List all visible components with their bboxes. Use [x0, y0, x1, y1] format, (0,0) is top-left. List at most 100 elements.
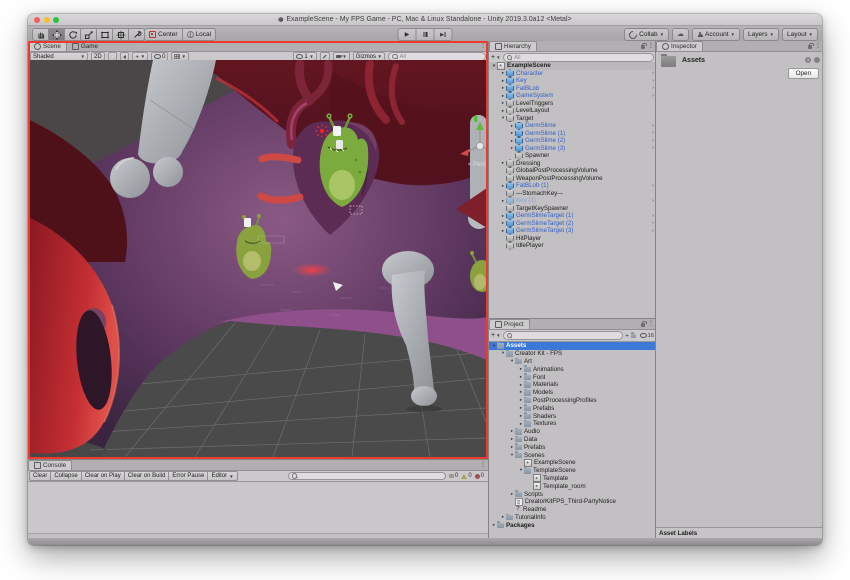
step-button[interactable]: ▶ [434, 28, 453, 41]
expand-arrow-icon[interactable]: ▸ [500, 70, 506, 76]
hierarchy-item[interactable]: ▸ GermSlime (3) › [489, 144, 656, 153]
tab-scene[interactable]: Scene [28, 41, 67, 51]
hierarchy-item[interactable]: IdlePlayer [489, 241, 656, 250]
error-count-toggle[interactable]: 0 [474, 473, 484, 479]
tab-inspector[interactable]: Inspector [656, 41, 703, 51]
expand-arrow-icon[interactable]: ▸ [500, 108, 506, 114]
rect-tool-button[interactable]: .f{fill:#2e2e2e} [97, 28, 113, 41]
expand-arrow-icon[interactable]: ▸ [509, 145, 515, 151]
hierarchy-item[interactable]: Spawner [489, 151, 656, 160]
prefab-open-chevron[interactable]: › [652, 220, 654, 226]
project-item[interactable]: ▸ Prefabs [489, 404, 656, 412]
project-item[interactable]: ▸ Font [489, 373, 656, 381]
hierarchy-item[interactable]: ▾ ExampleScene [489, 62, 656, 70]
close-window-icon[interactable] [34, 16, 40, 23]
layers-dropdown[interactable]: Layers ▼ [743, 28, 779, 41]
project-item[interactable]: ▸ PostProcessingProfiles [489, 396, 656, 405]
persp-label[interactable]: < Persp [468, 162, 486, 168]
expand-arrow-icon[interactable]: ▸ [509, 130, 515, 136]
expand-arrow-icon[interactable]: ▸ [500, 198, 506, 204]
hierarchy-search-input[interactable]: All [502, 53, 654, 62]
project-item[interactable]: ▸ Shaders [489, 412, 656, 420]
hierarchy-item[interactable]: ▸ GermSlimeTarget (1) › [489, 211, 656, 220]
hidden-packages-count[interactable]: 16 [640, 333, 654, 339]
expand-arrow-icon[interactable]: ▸ [509, 123, 515, 129]
hierarchy-item[interactable]: ▸ LevelLayout [489, 106, 656, 115]
tab-game[interactable]: Game [67, 42, 103, 51]
console-clear-on-build-button[interactable]: Clear on Build [123, 471, 169, 481]
scene-viewport[interactable]: < Persp [30, 60, 486, 457]
title-bar[interactable]: ExampleScene - My FPS Game - PC, Mac & L… [28, 14, 822, 26]
expand-arrow-icon[interactable]: ▸ [500, 183, 506, 189]
search-by-label-button[interactable] [631, 332, 638, 338]
cloud-button[interactable]: ☁ [672, 28, 690, 41]
gear-icon[interactable] [814, 57, 820, 63]
move-tool-button[interactable]: .f{fill:#ececec} [49, 28, 65, 41]
expand-arrow-icon[interactable]: ▸ [500, 93, 506, 99]
project-item[interactable]: CreatorKitFPS_Third-PartyNotice [489, 497, 656, 507]
orientation-mode-button[interactable]: Local [182, 28, 217, 41]
project-item[interactable]: ▸ Prefabs [489, 443, 656, 451]
hierarchy-item[interactable]: ▸ LevelTriggers [489, 99, 656, 108]
expand-arrow-icon[interactable]: ▾ [500, 115, 506, 121]
search-by-type-button[interactable] [625, 333, 630, 338]
hand-tool-button[interactable]: .f{fill:#2e2e2e} [32, 28, 49, 41]
prefab-open-chevron[interactable]: › [652, 85, 654, 91]
expand-arrow-icon[interactable]: ▸ [509, 138, 515, 144]
asset-labels-bar[interactable]: Asset Labels [656, 527, 822, 538]
prefab-open-chevron[interactable]: › [652, 123, 654, 129]
project-item[interactable]: Template_room [489, 482, 656, 491]
prefab-open-chevron[interactable]: › [652, 213, 654, 219]
expand-arrow-icon[interactable]: ▸ [500, 220, 506, 226]
warning-count-toggle[interactable]: 0 [461, 473, 472, 479]
expand-arrow-icon[interactable]: ▸ [500, 213, 506, 219]
tab-hierarchy[interactable]: Hierarchy [489, 41, 537, 51]
hierarchy-item[interactable]: WeaponPostProcessingVolume [489, 174, 656, 183]
create-asset-button[interactable]: + ▼ [491, 332, 501, 339]
play-button[interactable]: ▶ [397, 28, 417, 41]
hierarchy-item[interactable]: —StomachKey— [489, 189, 656, 198]
lock-icon[interactable] [641, 320, 647, 327]
prefab-open-chevron[interactable]: › [652, 130, 654, 136]
info-count-toggle[interactable]: 0 [448, 473, 458, 479]
transform-tool-button[interactable]: .f{fill:#2e2e2e} [113, 28, 129, 41]
rotate-tool-button[interactable]: .f{fill:#2e2e2e} [65, 28, 81, 41]
collab-dropdown[interactable]: Collab ▼ [624, 28, 670, 41]
expand-arrow-icon[interactable]: ▸ [500, 85, 506, 91]
hierarchy-item[interactable]: ▸ GermSlimeTarget (3) › [489, 226, 656, 235]
project-item[interactable]: ▸ Materials [489, 381, 656, 389]
prefab-open-chevron[interactable]: › [652, 198, 654, 204]
prefab-open-chevron[interactable]: › [652, 138, 654, 144]
hierarchy-item[interactable]: ▸ FatBLob (1) › [489, 181, 656, 190]
pivot-mode-button[interactable]: Center [144, 28, 183, 41]
scale-tool-button[interactable]: .f{fill:#2e2e2e} [81, 28, 97, 41]
panel-menu-icon[interactable]: ⋮ [815, 43, 821, 49]
lock-icon[interactable] [641, 42, 647, 49]
prefab-open-chevron[interactable]: › [652, 78, 654, 84]
zoom-window-icon[interactable] [53, 16, 59, 23]
panel-menu-icon[interactable]: ⋮ [480, 462, 486, 468]
project-item[interactable]: ▸ Textures [489, 420, 656, 428]
project-item[interactable]: ExampleScene [489, 458, 656, 467]
project-item[interactable]: ▸ Animations [489, 365, 656, 373]
project-item[interactable]: ? Readme [489, 506, 656, 514]
console-search-input[interactable] [287, 471, 446, 481]
project-item[interactable]: ▸ Audio [489, 427, 656, 436]
pause-button[interactable] [416, 28, 435, 41]
prefab-open-chevron[interactable]: › [652, 183, 654, 189]
lock-icon[interactable] [808, 42, 814, 49]
project-item[interactable]: ▾ Creator Kit - FPS [489, 349, 656, 358]
minimize-window-icon[interactable] [43, 16, 50, 23]
expand-arrow-icon[interactable]: ▸ [500, 100, 506, 106]
expand-arrow-icon[interactable]: ▸ [500, 160, 506, 166]
hierarchy-item[interactable]: HitPlayer [489, 234, 656, 243]
console-editor-dropdown[interactable]: Editor ▼ [207, 471, 238, 481]
project-item[interactable]: ▾ Art [489, 357, 656, 366]
project-item[interactable]: ▸ Data [489, 435, 656, 444]
project-item[interactable]: Template [489, 474, 656, 483]
hierarchy-item[interactable]: ▾ Target [489, 114, 656, 123]
console-clear-on-play-button[interactable]: Clear on Play [80, 471, 124, 481]
panel-menu-icon[interactable]: ⋮ [480, 43, 486, 49]
tab-console[interactable]: Console [28, 460, 73, 470]
panel-menu-icon[interactable]: ⋮ [648, 43, 654, 49]
